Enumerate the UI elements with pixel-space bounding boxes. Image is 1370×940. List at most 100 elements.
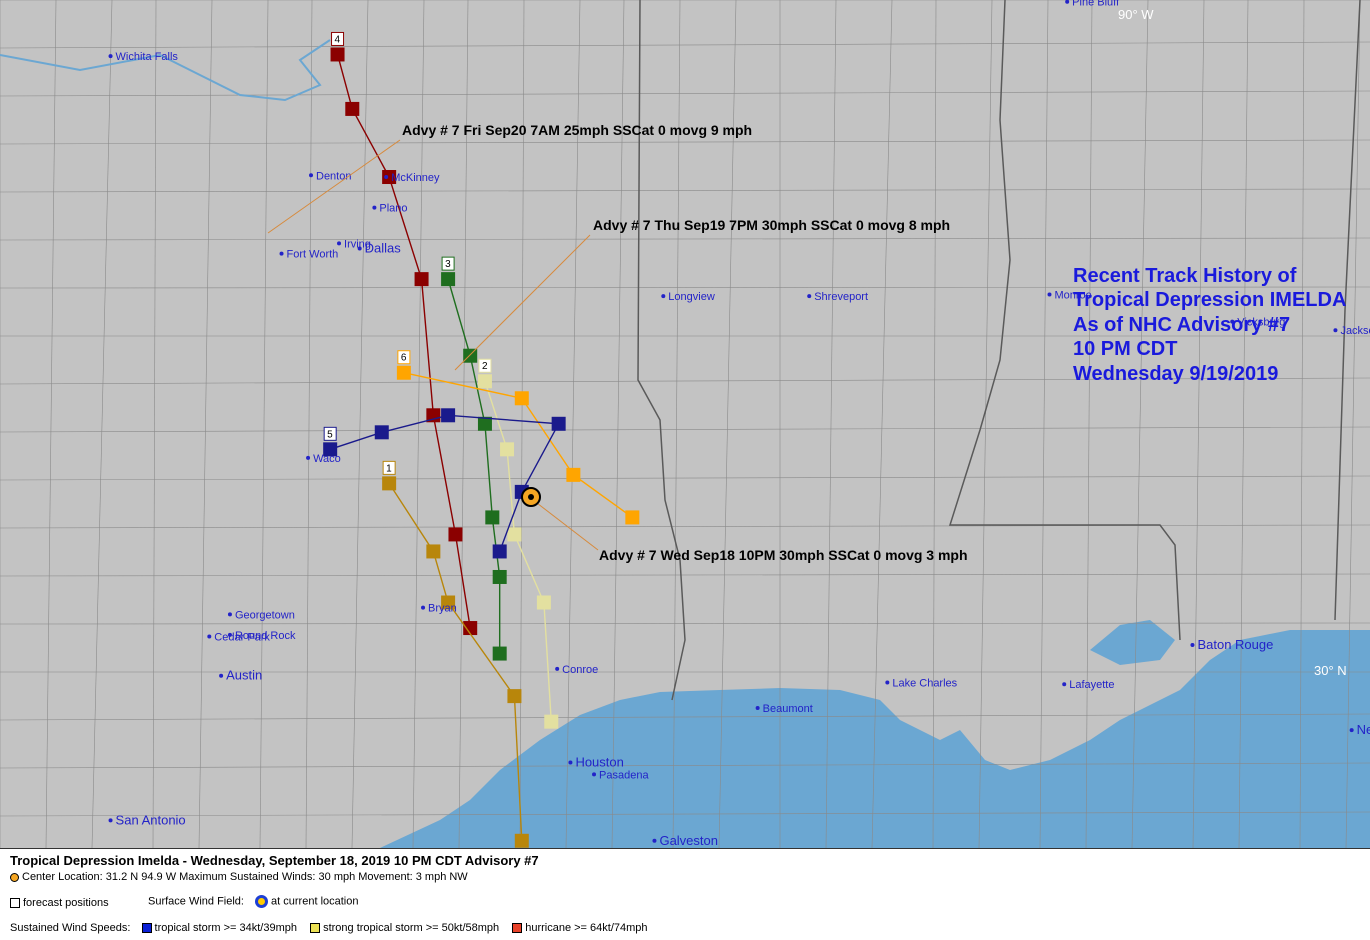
- heading-line-3: As of NHC Advisory #7: [1073, 314, 1290, 336]
- storm-track-map-view: 432615 Wichita Falls Denton McKinney Plano I…: [0, 0, 1370, 940]
- city-label: Plano: [379, 203, 407, 215]
- city-dot: [309, 173, 314, 178]
- heading-line-4: 10 PM CDT: [1073, 338, 1177, 360]
- city-dot: [372, 205, 377, 210]
- city-dot: [555, 666, 560, 671]
- city-dot: [592, 772, 597, 777]
- track-position-marker[interactable]: [544, 714, 559, 729]
- city-dot: [219, 673, 224, 678]
- track-position-marker[interactable]: [485, 510, 500, 525]
- forecast-positions-legend: forecast positions: [10, 897, 109, 909]
- track-position-marker[interactable]: [492, 646, 507, 661]
- city-dot: [1333, 328, 1338, 333]
- advisory-number-label: 4: [335, 34, 341, 45]
- city-dot: [108, 54, 113, 59]
- city-dot: [421, 605, 426, 610]
- city-dot: [1047, 292, 1052, 297]
- city-label: Pine Bluff: [1072, 0, 1120, 9]
- city-label: Lake Charles: [892, 678, 957, 690]
- legend-panel: Tropical Depression Imelda - Wednesday, …: [0, 848, 1370, 940]
- city-label: Fort Worth: [287, 249, 339, 261]
- track-position-marker[interactable]: [514, 391, 529, 406]
- city-label: Jackson: [1340, 325, 1370, 337]
- track-position-marker[interactable]: [536, 595, 551, 610]
- city-label: Bryan: [428, 603, 457, 615]
- track-map[interactable]: 432615 Wichita FallsDenton McKinneyPlanoI…: [0, 0, 1370, 848]
- surface-wind-field-text: Surface Wind Field:: [148, 895, 244, 908]
- city-label: Dallas: [365, 240, 402, 255]
- track-position-marker[interactable]: [382, 476, 397, 491]
- track-position-marker[interactable]: [625, 510, 640, 525]
- city-dot: [1190, 643, 1195, 648]
- wind-field-icon: [255, 895, 269, 908]
- advisory-number-label: 1: [386, 463, 392, 474]
- track-position-marker[interactable]: [330, 47, 345, 62]
- city-dot: [337, 241, 342, 246]
- track-position-marker[interactable]: [566, 467, 581, 482]
- track-position-marker[interactable]: [345, 101, 360, 116]
- track-position-marker[interactable]: [448, 527, 463, 542]
- city-dot: [885, 680, 890, 685]
- city-dot: [755, 706, 760, 711]
- city-dot: [108, 818, 113, 823]
- city-label: Beaumont: [763, 703, 813, 715]
- city-dot: [384, 175, 389, 180]
- city-label: Austin: [226, 668, 262, 683]
- city-label: Lafayette: [1069, 679, 1114, 691]
- track-position-marker[interactable]: [492, 544, 507, 559]
- city-label: Conroe: [562, 664, 598, 676]
- parallel-30n-label: 30° N: [1314, 663, 1347, 678]
- city-dot: [1349, 728, 1354, 733]
- advisory-number-label: 3: [445, 259, 451, 270]
- city-dot: [279, 251, 284, 256]
- heading-line-5: Wednesday 9/19/2019: [1073, 363, 1278, 385]
- city-label: Shreveport: [814, 291, 868, 303]
- heading-line-1: Recent Track History of: [1073, 265, 1297, 287]
- track-position-marker[interactable]: [414, 272, 429, 287]
- advisory-label-thu: Advy # 7 Thu Sep19 7PM 30mph SSCat 0 mov…: [593, 217, 950, 233]
- track-position-marker[interactable]: [441, 408, 456, 423]
- city-dot: [357, 246, 362, 251]
- city-label: Denton: [316, 170, 351, 182]
- track-position-marker[interactable]: [551, 416, 566, 431]
- city-dot: [568, 760, 573, 765]
- city-dot: [1062, 682, 1067, 687]
- track-position-marker[interactable]: [492, 569, 507, 584]
- track-position-marker[interactable]: [374, 425, 389, 440]
- track-position-marker[interactable]: [463, 348, 478, 363]
- track-position-marker[interactable]: [396, 365, 411, 380]
- track-position-marker[interactable]: [507, 527, 522, 542]
- wind-speed-legend: Sustained Wind Speeds: tropical storm >=…: [10, 922, 648, 934]
- city-label: Baton Rouge: [1197, 637, 1273, 652]
- panel-title: Tropical Depression Imelda - Wednesday, …: [10, 853, 539, 868]
- advisory-number-label: 2: [482, 361, 488, 372]
- city-label: Galveston: [659, 833, 718, 848]
- track-position-marker[interactable]: [514, 833, 529, 848]
- track-position-marker[interactable]: [500, 442, 515, 457]
- city-dot: [227, 612, 232, 617]
- tropical-storm-swatch: [141, 923, 152, 934]
- tropical-storm-text: tropical storm >= 34kt/39mph: [154, 922, 297, 934]
- center-location-line: Center Location: 31.2 N 94.9 W Maximum S…: [10, 871, 468, 883]
- center-location-text: Center Location: 31.2 N 94.9 W Maximum S…: [22, 871, 468, 883]
- city-label: Houston: [575, 754, 623, 769]
- city-label: Cedar Park: [214, 632, 270, 644]
- city-dot: [207, 634, 212, 639]
- track-position-marker[interactable]: [441, 272, 456, 287]
- track-position-marker[interactable]: [507, 689, 522, 704]
- city-dot: [306, 455, 311, 460]
- advisory-label-fri: Advy # 7 Fri Sep20 7AM 25mph SSCat 0 mov…: [402, 122, 752, 138]
- hurricane-text: hurricane >= 64kt/74mph: [525, 922, 648, 934]
- advisory-number-label: 5: [327, 429, 333, 440]
- strong-tropical-storm-text: strong tropical storm >= 50kt/58mph: [323, 922, 500, 934]
- city-label: San Antonio: [116, 812, 186, 827]
- city-dot: [661, 294, 666, 299]
- forecast-positions-text: forecast positions: [23, 897, 109, 909]
- city-label: Wichita Falls: [116, 51, 179, 63]
- track-position-marker[interactable]: [477, 374, 492, 389]
- city-dot: [807, 294, 812, 299]
- track-position-marker[interactable]: [426, 544, 441, 559]
- current-center-marker[interactable]: [521, 487, 541, 507]
- sustained-wind-speeds-text: Sustained Wind Speeds:: [10, 922, 131, 934]
- hurricane-swatch: [512, 923, 523, 934]
